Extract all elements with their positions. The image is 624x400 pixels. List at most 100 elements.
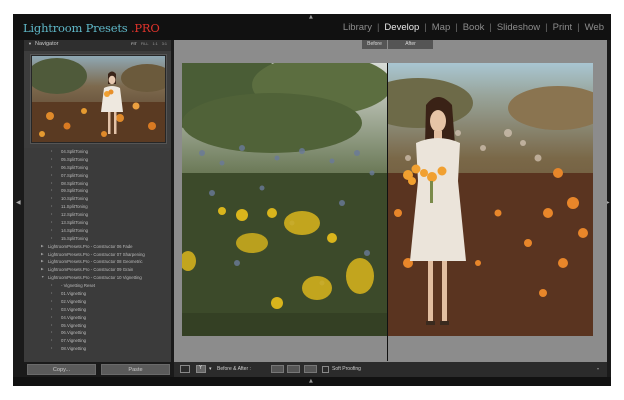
bullet-icon: •	[51, 164, 53, 169]
preset-item[interactable]: • 05.SplitToning	[24, 156, 171, 164]
navigator-thumbnail	[32, 56, 165, 142]
preset-item[interactable]: • 15.SplitToning	[24, 235, 171, 243]
view-menu-arrow-icon[interactable]: ▾	[209, 365, 212, 373]
preset-item[interactable]: • 11.SplitToning	[24, 203, 171, 211]
preset-label: 09.SplitToning	[61, 188, 88, 194]
bullet-icon: •	[51, 149, 53, 153]
swap-before-after-button[interactable]	[304, 365, 317, 373]
bullet-icon: •	[51, 314, 53, 319]
preset-item[interactable]: ▶ LightroomPresets.Pro - Constructor 09 G…	[24, 266, 171, 274]
soft-proofing-label: Soft Proofing	[332, 366, 361, 372]
preset-item[interactable]: • 06.SplitToning	[24, 164, 171, 172]
preset-item[interactable]: • 06.Vignetting	[24, 329, 171, 337]
module-library[interactable]: Library	[342, 22, 373, 33]
preset-item[interactable]: • 12.SplitToning	[24, 211, 171, 219]
lightroom-window: ▲ Lightroom Presets .PRO Library | Develo…	[13, 14, 611, 386]
preset-item[interactable]: • 02.Vignetting	[24, 298, 171, 306]
module-separator: |	[489, 22, 492, 33]
preset-label: 04.Vignetting	[61, 314, 87, 320]
preset-item[interactable]: • 04.SplitToning	[24, 148, 171, 156]
preset-item[interactable]: • 08.SplitToning	[24, 180, 171, 188]
before-image	[182, 63, 387, 336]
top-panel-toggle-icon[interactable]: ▲	[309, 14, 313, 20]
before-after-divider[interactable]	[387, 63, 388, 361]
zoom-1-1[interactable]: 1:1	[152, 42, 157, 46]
bullet-icon: •	[51, 306, 53, 311]
module-slideshow[interactable]: Slideshow	[496, 22, 541, 33]
before-after-view-icon[interactable]: Y	[196, 365, 206, 373]
preset-item[interactable]: • 09.SplitToning	[24, 187, 171, 195]
preset-item[interactable]: • 04.Vignetting	[24, 314, 171, 322]
preset-item[interactable]: • - Vignetting Reset	[24, 282, 171, 290]
preset-item[interactable]: • 13.SplitToning	[24, 219, 171, 227]
presets-list[interactable]: • 04.SplitToning • 05.SplitToning • 06.SplitT…	[24, 148, 171, 362]
copy-after-to-before-button[interactable]	[287, 365, 300, 373]
bottom-bar: ▲	[13, 377, 611, 386]
before-after-label: Before & After :	[217, 366, 251, 372]
preset-label: 08.Vignetting	[61, 346, 87, 352]
bullet-icon: •	[51, 235, 53, 240]
module-develop[interactable]: Develop	[383, 22, 420, 33]
left-panel-toggle-icon[interactable]: ◀	[16, 199, 21, 206]
preset-item[interactable]: • 03.Vignetting	[24, 306, 171, 314]
navigator-preview[interactable]	[30, 54, 167, 144]
disclosure-triangle-icon[interactable]: ▶	[41, 258, 44, 266]
preset-label: 08.SplitToning	[61, 180, 88, 186]
zoom-3-1[interactable]: 3:1	[162, 42, 167, 46]
preset-item[interactable]: • 01.Vignetting	[24, 290, 171, 298]
bullet-icon: •	[51, 188, 53, 193]
soft-proofing-checkbox[interactable]	[322, 366, 329, 373]
preset-label: 13.SplitToning	[61, 220, 88, 226]
preset-item[interactable]: ▶ LightroomPresets.Pro - Constructor 07 S…	[24, 251, 171, 259]
preset-item[interactable]: • 07.SplitToning	[24, 172, 171, 180]
before-photo[interactable]	[182, 63, 387, 336]
collapse-arrow-icon[interactable]: ▼	[28, 41, 32, 46]
paste-button[interactable]: Paste	[101, 364, 170, 375]
toolbar-menu-icon[interactable]: ▾	[597, 365, 599, 373]
preset-label: 11.SplitToning	[61, 204, 88, 210]
before-label: Before	[362, 40, 387, 49]
module-print[interactable]: Print	[552, 22, 574, 33]
bullet-icon: •	[51, 204, 53, 209]
module-separator: |	[455, 22, 458, 33]
bullet-icon: •	[51, 346, 53, 351]
preset-item[interactable]: • 05.Vignetting	[24, 322, 171, 330]
preset-item[interactable]: • 10.SplitToning	[24, 195, 171, 203]
preset-label: 10.SplitToning	[61, 196, 88, 202]
disclosure-triangle-icon[interactable]: ▼	[41, 274, 44, 282]
zoom-fit[interactable]: FIT	[131, 42, 137, 46]
bullet-icon: •	[51, 180, 53, 185]
bullet-icon: •	[51, 322, 53, 327]
module-map[interactable]: Map	[431, 22, 451, 33]
preset-item[interactable]: ▼ LightroomPresets.Pro - Constructor 10 V…	[24, 274, 171, 282]
navigator-header[interactable]: ▼ Navigator FIT FILL 1:1 3:1	[24, 40, 171, 51]
disclosure-triangle-icon[interactable]: ▶	[41, 251, 44, 259]
copy-before-to-after-button[interactable]	[271, 365, 284, 373]
preset-item[interactable]: • 08.Vignetting	[24, 345, 171, 353]
loupe-view-icon[interactable]	[180, 365, 190, 373]
bullet-icon: •	[51, 338, 53, 343]
after-photo[interactable]	[388, 63, 593, 336]
brand-logo: Lightroom Presets .PRO	[23, 21, 160, 35]
copy-button[interactable]: Copy...	[27, 364, 96, 375]
preset-label: LightroomPresets.Pro - Constructor 07 Sh…	[48, 251, 145, 257]
preset-item[interactable]: ▶ LightroomPresets.Pro - Constructor 08 G…	[24, 258, 171, 266]
zoom-fill[interactable]: FILL	[141, 42, 149, 46]
preset-item[interactable]: • 14.SplitToning	[24, 227, 171, 235]
module-separator: |	[424, 22, 427, 33]
preset-item[interactable]: • 07.Vignetting	[24, 337, 171, 345]
navigator-photo	[32, 56, 165, 142]
bottom-panel-toggle-icon[interactable]: ▲	[309, 378, 313, 384]
module-separator: |	[376, 22, 380, 33]
preset-item[interactable]: ▶ LightroomPresets.Pro - Constructor 06 F…	[24, 243, 171, 251]
toolbar: Y ▾ Before & After : Soft Proofing ▾	[174, 362, 607, 377]
disclosure-triangle-icon[interactable]: ▶	[41, 266, 44, 274]
disclosure-triangle-icon[interactable]: ▶	[41, 243, 44, 251]
bullet-icon: •	[51, 330, 53, 335]
after-label: After	[388, 40, 433, 49]
navigator-title: ▼ Navigator	[28, 41, 59, 47]
module-web[interactable]: Web	[584, 22, 605, 33]
module-book[interactable]: Book	[462, 22, 486, 33]
preset-label: LightroomPresets.Pro - Constructor 06 Fa…	[48, 243, 133, 249]
brand-accent: .PRO	[130, 21, 160, 35]
